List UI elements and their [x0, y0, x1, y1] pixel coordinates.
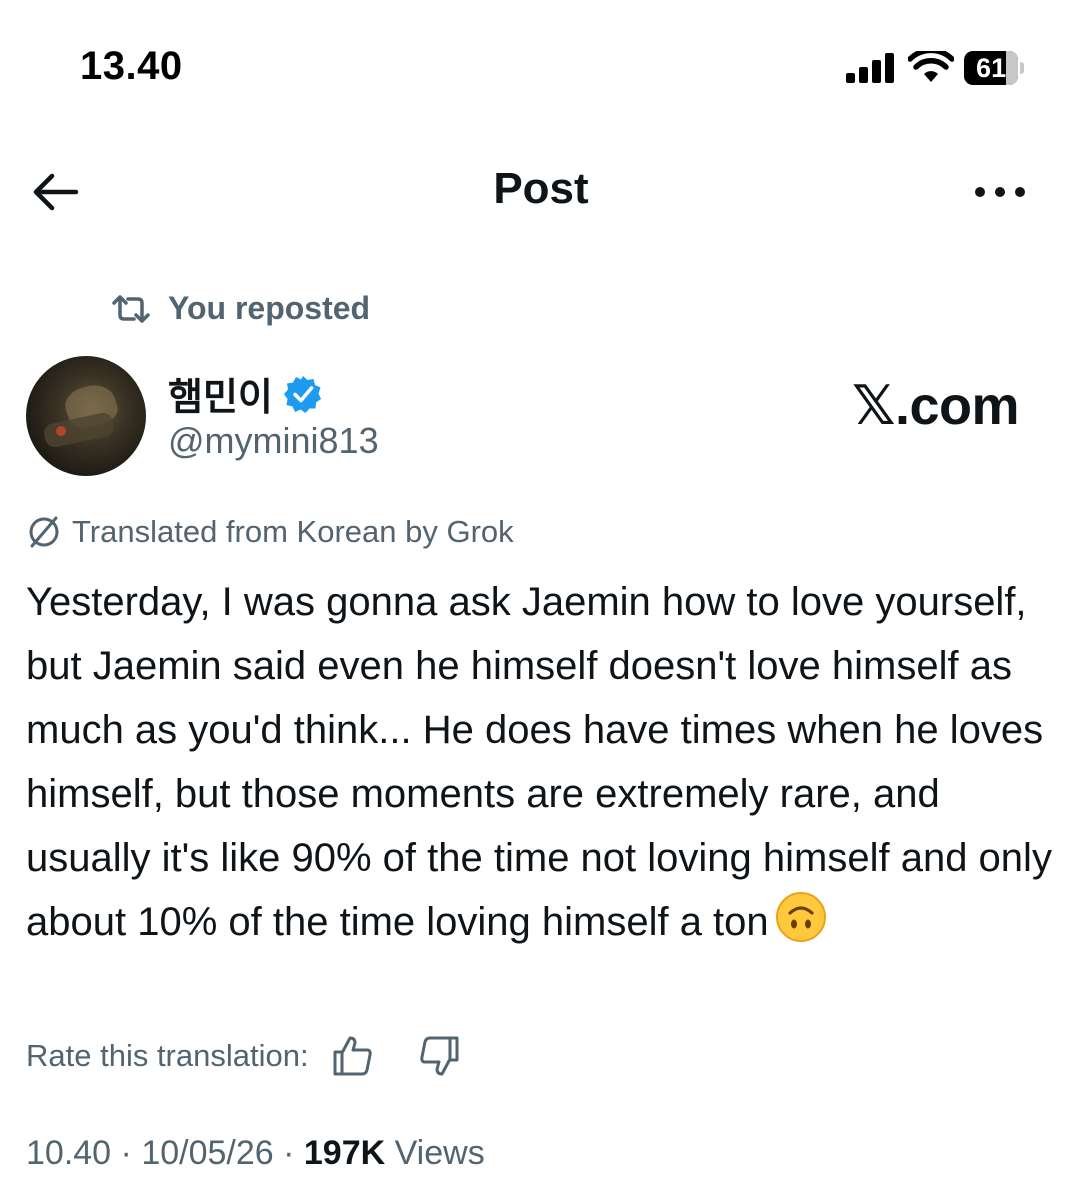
upside-down-face-emoji — [775, 891, 827, 962]
page-title: Post — [493, 164, 589, 213]
battery-level: 61 — [976, 52, 1007, 83]
brand-watermark: 𝕏.com — [852, 376, 1020, 436]
display-name[interactable]: 햄민이 — [168, 366, 273, 421]
verified-badge-icon — [283, 375, 321, 413]
thumbs-down-icon[interactable] — [417, 1034, 461, 1078]
post-meta: 10.40 · 10/05/26 · 197K Views — [26, 1134, 485, 1173]
translation-label: Translated from Korean by Grok — [72, 514, 514, 549]
arrow-left-icon[interactable] — [28, 164, 84, 220]
cellular-signal-icon — [846, 53, 894, 83]
wifi-icon — [908, 51, 954, 82]
rate-translation-row: Rate this translation: — [26, 1034, 461, 1078]
rate-translation-label: Rate this translation: — [26, 1038, 309, 1073]
post-body: Yesterday, I was gonna ask Jaemin how to… — [26, 570, 1066, 962]
post-time: 10.40 — [26, 1134, 112, 1172]
repost-label: You reposted — [168, 290, 371, 326]
thumbs-up-icon[interactable] — [331, 1034, 375, 1078]
author-name-row[interactable]: 햄민이 — [168, 366, 323, 421]
post-date: 10/05/26 — [141, 1134, 274, 1172]
status-bar-icons: 61 — [846, 48, 1024, 88]
meta-separator: · — [111, 1134, 142, 1172]
repost-context: You reposted — [110, 290, 370, 327]
post-text: Yesterday, I was gonna ask Jaemin how to… — [26, 580, 1052, 944]
battery-indicator: 61 — [964, 50, 1024, 86]
more-horizontal-icon[interactable] — [970, 172, 1030, 212]
meta-separator: · — [273, 1134, 304, 1172]
author-handle[interactable]: @mymini813 — [168, 420, 379, 462]
views-count[interactable]: 197K — [304, 1134, 385, 1172]
repost-icon — [112, 294, 150, 323]
translation-note: Translated from Korean by Grok — [26, 514, 514, 550]
avatar[interactable] — [26, 356, 146, 476]
grok-icon — [29, 516, 59, 548]
status-bar-time: 13.40 — [80, 44, 183, 88]
views-label: Views — [385, 1134, 485, 1172]
